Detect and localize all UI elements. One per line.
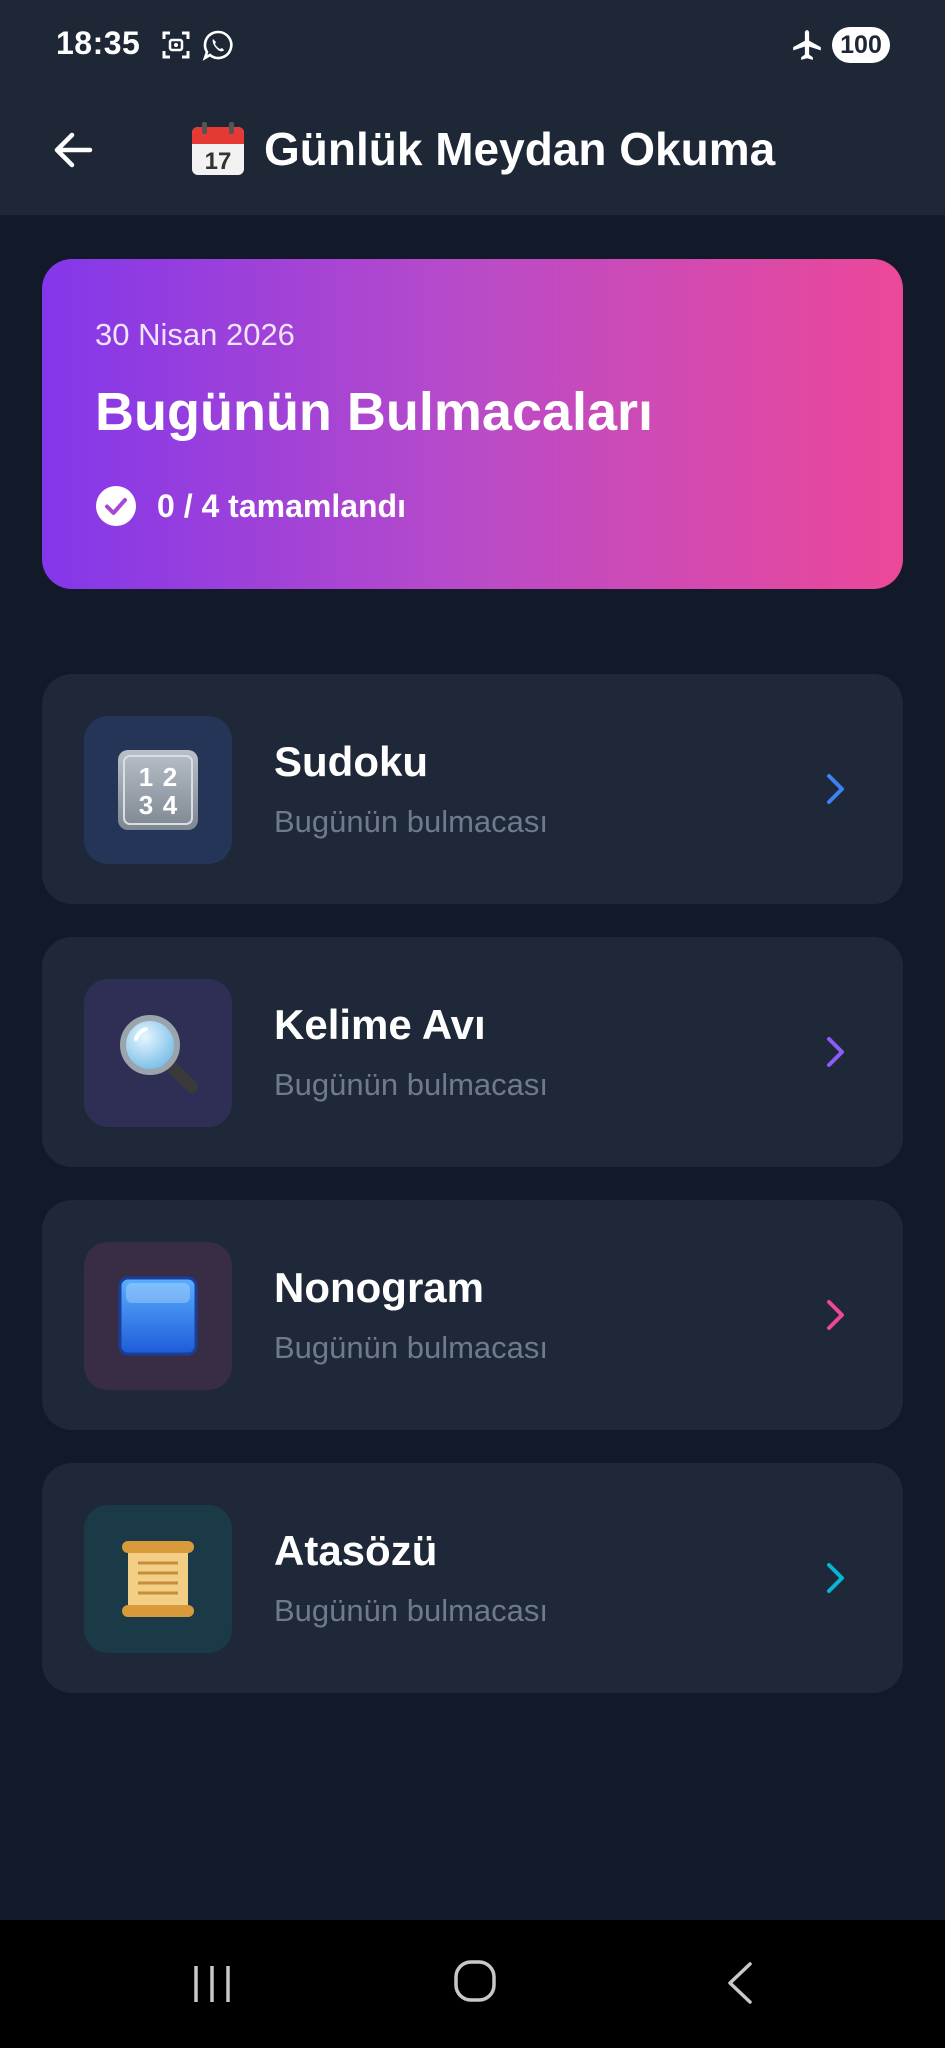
game-title: Nonogram (274, 1264, 484, 1311)
svg-text:17: 17 (205, 148, 232, 175)
scroll-icon (122, 1541, 194, 1617)
status-bar: 18:35 100 (0, 0, 945, 92)
game-subtitle: Bugünün bulmacası (274, 1067, 549, 1102)
game-icon-box (84, 1505, 232, 1653)
app-bar: 17 Günlük Meydan Okuma (0, 92, 945, 216)
recents-icon[interactable] (190, 1960, 234, 2008)
hero-progress-text: 0 / 4 tamamlandı (157, 487, 406, 524)
chevron-right-icon (827, 774, 844, 804)
game-card-sudoku[interactable]: 1 2 3 4 Sudoku Bugünün bulmacası (42, 674, 903, 904)
game-card-kelime-avi[interactable]: Kelime Avı Bugünün bulmacası (42, 937, 903, 1167)
chevron-right-icon (827, 1300, 844, 1330)
status-time: 18:35 (56, 25, 141, 61)
svg-text:4: 4 (163, 790, 178, 820)
check-circle-icon (96, 486, 136, 526)
battery-badge: 100 (832, 27, 890, 63)
game-subtitle: Bugünün bulmacası (274, 1593, 549, 1628)
screen: 18:35 100 17 Günlük Meydan Okuma 30 Nisa… (0, 0, 945, 2048)
game-card-atasozu[interactable]: Atasözü Bugünün bulmacası (42, 1463, 903, 1693)
game-subtitle: Bugünün bulmacası (274, 804, 549, 839)
airplane-icon (793, 30, 821, 60)
svg-text:3: 3 (139, 790, 153, 820)
calendar-icon: 17 (192, 122, 244, 175)
hero-progress: 0 / 4 tamamlandı (95, 485, 406, 527)
hero-title: Bugünün Bulmacaları (95, 382, 654, 442)
app-title-wrap: 17 Günlük Meydan Okuma (188, 114, 775, 184)
back-icon[interactable] (722, 1958, 758, 2008)
system-nav-bar (0, 1920, 945, 2048)
page-title: Günlük Meydan Okuma (264, 123, 776, 175)
svg-text:2: 2 (163, 762, 177, 792)
magnifier-icon (120, 1015, 198, 1093)
whatsapp-icon (202, 30, 233, 61)
home-icon[interactable] (452, 1958, 498, 2004)
chevron-right-icon (827, 1037, 844, 1067)
game-icon-box: 1 2 3 4 (84, 716, 232, 864)
game-card-nonogram[interactable]: Nonogram Bugünün bulmacası (42, 1200, 903, 1430)
svg-text:1: 1 (139, 762, 153, 792)
hero-date: 30 Nisan 2026 (95, 317, 295, 352)
screenshot-icon (162, 31, 190, 59)
daily-summary-card: 30 Nisan 2026 Bugünün Bulmacaları 0 / 4 … (42, 259, 903, 589)
number-keycap-icon: 1 2 3 4 (118, 750, 198, 830)
game-title: Kelime Avı (274, 1001, 486, 1048)
game-icon-box (84, 1242, 232, 1390)
back-arrow-icon[interactable] (44, 120, 104, 180)
blue-square-icon (118, 1276, 198, 1356)
game-title: Sudoku (274, 738, 428, 785)
game-icon-box (84, 979, 232, 1127)
game-subtitle: Bugünün bulmacası (274, 1330, 549, 1365)
chevron-right-icon (827, 1563, 844, 1593)
game-title: Atasözü (274, 1527, 438, 1574)
